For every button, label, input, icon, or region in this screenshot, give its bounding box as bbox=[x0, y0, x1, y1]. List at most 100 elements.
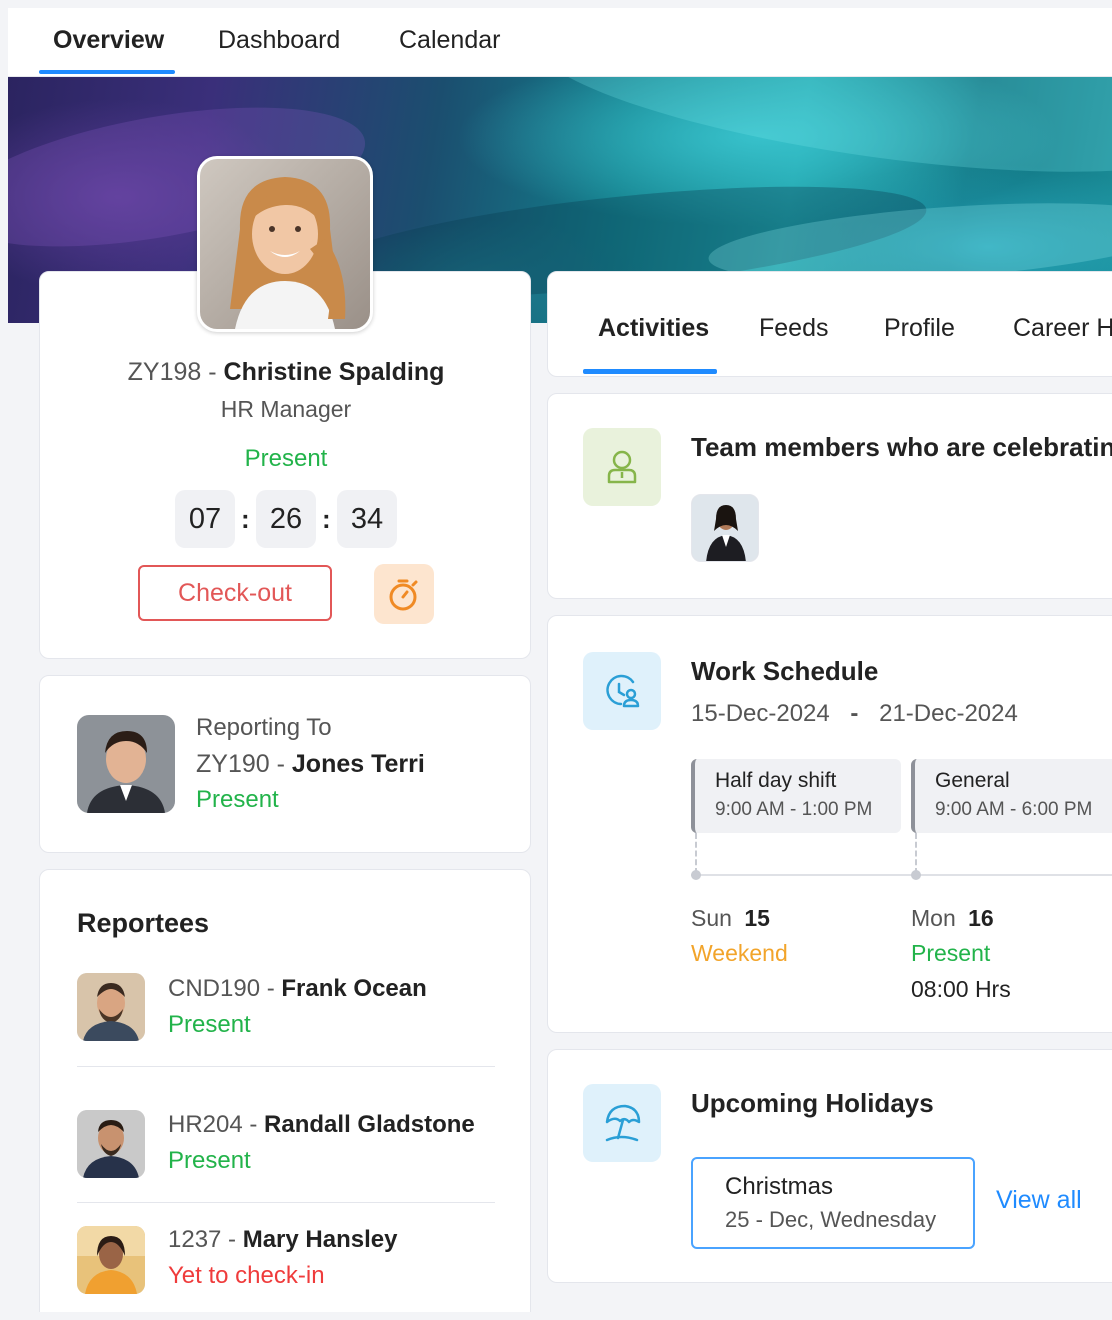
reportee-photo bbox=[77, 1226, 145, 1294]
shift-time: 9:00 AM - 6:00 PM bbox=[935, 799, 1093, 820]
manager-heading: ZY190 - Jones Terri bbox=[196, 750, 425, 779]
manager-name[interactable]: Jones Terri bbox=[292, 750, 425, 778]
view-all-link[interactable]: View all bbox=[996, 1186, 1082, 1215]
reportee-id: HR204 bbox=[168, 1111, 243, 1138]
id-separator: - bbox=[260, 975, 282, 1002]
schedule-title: Work Schedule bbox=[691, 656, 879, 686]
holiday-date: 25 - Dec, Wednesday bbox=[725, 1207, 937, 1232]
clock-user-icon bbox=[606, 674, 640, 708]
employee-heading: ZY198 - Christine Spalding bbox=[40, 358, 532, 387]
member-photo bbox=[692, 495, 758, 561]
celebrations-title: Team members who are celebratin bbox=[691, 432, 1112, 462]
tab-career-history[interactable]: Career H bbox=[1013, 314, 1112, 343]
holiday-item[interactable]: Christmas 25 - Dec, Wednesday bbox=[691, 1157, 975, 1249]
attendance-status: Present bbox=[244, 445, 328, 472]
celebrating-member-avatar[interactable] bbox=[691, 494, 759, 562]
person-icon bbox=[607, 450, 637, 484]
timeline-dot bbox=[911, 870, 921, 880]
day-hours: 08:00 Hrs bbox=[911, 976, 1011, 1002]
active-tab-indicator bbox=[39, 70, 175, 74]
reportee-heading: 1237 - Mary Hansley bbox=[168, 1226, 397, 1254]
beach-umbrella-icon bbox=[605, 1104, 641, 1142]
range-separator: - bbox=[850, 700, 859, 727]
list-divider bbox=[77, 1202, 495, 1203]
shift-block[interactable]: Half day shift 9:00 AM - 1:00 PM bbox=[691, 759, 901, 833]
shift-block[interactable]: General 9:00 AM - 6:00 PM bbox=[911, 759, 1112, 833]
day-of-week: Sun bbox=[691, 905, 732, 931]
id-separator: - bbox=[201, 358, 224, 386]
reporting-to-card: Reporting To ZY190 - Jones Terri Present bbox=[39, 675, 531, 853]
employee-id: ZY198 bbox=[127, 358, 202, 386]
reportee-name[interactable]: Mary Hansley bbox=[243, 1226, 398, 1253]
timeline-connector bbox=[915, 833, 917, 874]
tab-activities[interactable]: Activities bbox=[598, 314, 709, 343]
content-tabs: Activities Feeds Profile Career H bbox=[547, 271, 1112, 377]
manager-photo bbox=[77, 715, 175, 813]
holiday-icon-tile bbox=[583, 1084, 661, 1162]
reportee-photo bbox=[77, 973, 145, 1041]
reporting-label: Reporting To bbox=[196, 714, 332, 741]
profile-avatar[interactable] bbox=[197, 156, 373, 332]
top-navigation: Overview Dashboard Calendar bbox=[8, 8, 1112, 77]
timer-minutes: 26 bbox=[256, 490, 316, 548]
manager-avatar[interactable] bbox=[77, 715, 175, 813]
tab-calendar[interactable]: Calendar bbox=[399, 26, 500, 55]
timeline-dot bbox=[691, 870, 701, 880]
holidays-title: Upcoming Holidays bbox=[691, 1088, 934, 1118]
id-separator: - bbox=[269, 750, 292, 778]
reportee-heading: HR204 - Randall Gladstone bbox=[168, 1111, 475, 1139]
app-window: Overview Dashboard Calendar ZY198 - Chri… bbox=[8, 8, 1112, 1312]
day-date: 16 bbox=[968, 905, 994, 931]
reportee-id: CND190 bbox=[168, 975, 261, 1002]
day-date: 15 bbox=[744, 905, 770, 931]
day-status: Present bbox=[911, 940, 991, 966]
active-tab-indicator bbox=[583, 369, 717, 374]
reportee-heading: CND190 - Frank Ocean bbox=[168, 975, 427, 1003]
list-divider bbox=[77, 1066, 495, 1067]
reportee-photo bbox=[77, 1110, 145, 1178]
schedule-range: 15-Dec-2024 - 21-Dec-2024 bbox=[691, 700, 1018, 728]
reportee-status: Present bbox=[168, 1011, 251, 1038]
shift-name: Half day shift bbox=[715, 769, 837, 792]
reportee-avatar[interactable] bbox=[77, 1110, 145, 1178]
celebration-icon-tile bbox=[583, 428, 661, 506]
checkout-button[interactable]: Check-out bbox=[138, 565, 332, 621]
employee-name: Christine Spalding bbox=[223, 358, 445, 386]
reportees-title: Reportees bbox=[77, 908, 210, 938]
range-end: 21-Dec-2024 bbox=[879, 700, 1018, 727]
reportee-avatar[interactable] bbox=[77, 1226, 145, 1294]
tab-overview[interactable]: Overview bbox=[53, 26, 164, 55]
reportee-name[interactable]: Frank Ocean bbox=[281, 975, 426, 1002]
timeline bbox=[691, 874, 1112, 876]
timer-colon: : bbox=[241, 504, 250, 534]
tab-dashboard[interactable]: Dashboard bbox=[218, 26, 340, 55]
reportee-name[interactable]: Randall Gladstone bbox=[264, 1111, 475, 1138]
upcoming-holidays-card: Upcoming Holidays Christmas 25 - Dec, We… bbox=[547, 1049, 1112, 1283]
day-status: Weekend bbox=[691, 940, 788, 966]
id-separator: - bbox=[221, 1226, 243, 1253]
reportee-status: Yet to check-in bbox=[168, 1262, 325, 1289]
reportee-status: Present bbox=[168, 1147, 251, 1174]
stopwatch-button[interactable] bbox=[374, 564, 434, 624]
employee-role: HR Manager bbox=[220, 396, 352, 422]
holiday-name: Christmas bbox=[725, 1173, 834, 1200]
manager-id: ZY190 bbox=[196, 750, 270, 778]
shift-name: General bbox=[935, 769, 1010, 792]
manager-status: Present bbox=[196, 786, 279, 813]
timer-seconds: 34 bbox=[337, 490, 397, 548]
tab-profile[interactable]: Profile bbox=[884, 314, 955, 343]
profile-photo bbox=[200, 159, 370, 329]
celebrations-card: Team members who are celebratin bbox=[547, 393, 1112, 599]
shift-time: 9:00 AM - 1:00 PM bbox=[715, 799, 873, 820]
id-separator: - bbox=[242, 1111, 265, 1138]
stopwatch-icon bbox=[389, 579, 418, 611]
range-start: 15-Dec-2024 bbox=[691, 700, 830, 727]
day-label: Sun 15 bbox=[691, 905, 770, 932]
timer-hours: 07 bbox=[175, 490, 235, 548]
reportee-avatar[interactable] bbox=[77, 973, 145, 1041]
reportee-id: 1237 bbox=[168, 1226, 222, 1253]
timer-colon: : bbox=[322, 504, 331, 534]
work-schedule-card: Work Schedule 15-Dec-2024 - 21-Dec-2024 … bbox=[547, 615, 1112, 1033]
day-label: Mon 16 bbox=[911, 905, 994, 932]
tab-feeds[interactable]: Feeds bbox=[759, 314, 828, 343]
